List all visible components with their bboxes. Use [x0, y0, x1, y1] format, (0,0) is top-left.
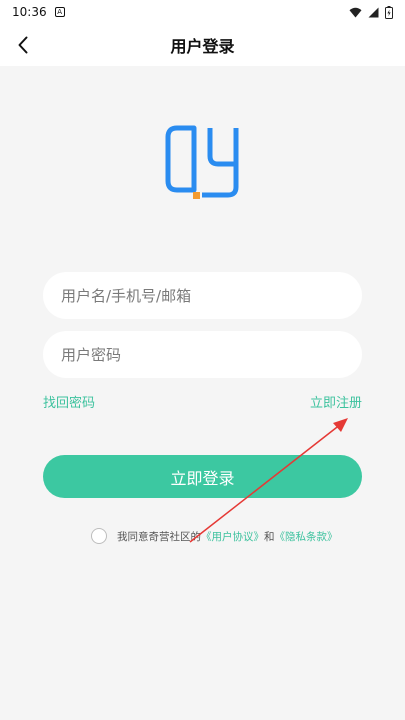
app-logo-icon: [165, 125, 239, 199]
agreement-row: 我同意奇营社区的 《用户协议》 和 《隐私条款》: [91, 528, 338, 544]
battery-icon: [385, 5, 393, 19]
register-link[interactable]: 立即注册: [310, 392, 362, 411]
a-indicator-icon: A: [54, 7, 65, 17]
signal-icon: [368, 7, 379, 17]
status-bar: 10:36 A: [0, 0, 405, 24]
wifi-icon: [349, 7, 362, 17]
user-agreement-link[interactable]: 《用户协议》: [201, 529, 264, 544]
agreement-prefix: 我同意奇营社区的: [117, 530, 201, 543]
app-header: 用户登录: [0, 24, 405, 66]
privacy-policy-link[interactable]: 《隐私条款》: [275, 529, 338, 544]
forgot-password-link[interactable]: 找回密码: [43, 392, 95, 411]
page-title: 用户登录: [170, 37, 235, 56]
password-input[interactable]: [43, 331, 362, 378]
login-button[interactable]: 立即登录: [43, 455, 362, 498]
agreement-and: 和: [264, 530, 275, 543]
back-button[interactable]: [10, 32, 36, 58]
status-time: 10:36: [12, 5, 47, 19]
agree-checkbox[interactable]: [91, 528, 107, 544]
chevron-left-icon: [18, 36, 28, 54]
username-input[interactable]: [43, 272, 362, 319]
login-screen: 10:36 A 用户登录 用户名/手机号/邮箱 找回密码 立即注册 立即登录 我…: [0, 0, 405, 720]
status-icons: [349, 5, 393, 19]
